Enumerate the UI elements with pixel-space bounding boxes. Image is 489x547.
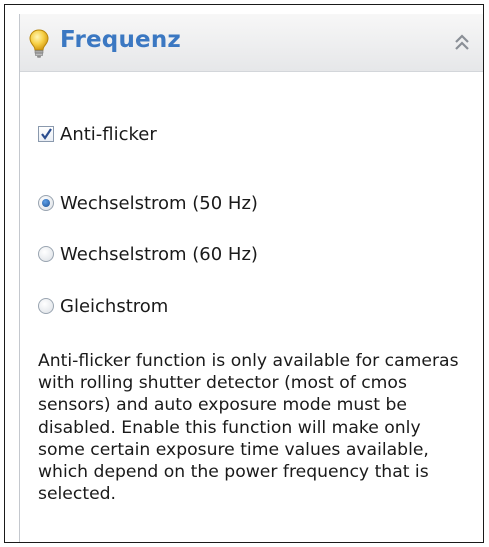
- radio-50hz[interactable]: Wechselstrom (50 Hz): [38, 191, 258, 215]
- checkbox-box[interactable]: [38, 126, 54, 142]
- window-frame: Frequenz Anti-flicker Wechselstrom (50 H…: [4, 4, 484, 543]
- frequency-panel: Frequenz Anti-flicker Wechselstrom (50 H…: [19, 14, 483, 542]
- double-chevron-up-icon[interactable]: [452, 31, 472, 53]
- radio-dc-label: Gleichstrom: [60, 295, 169, 317]
- radio-button-selected[interactable]: [38, 195, 54, 211]
- radio-60hz[interactable]: Wechselstrom (60 Hz): [38, 242, 258, 266]
- radio-60hz-label: Wechselstrom (60 Hz): [60, 243, 258, 265]
- radio-50hz-label: Wechselstrom (50 Hz): [60, 192, 258, 214]
- panel-title: Frequenz: [60, 27, 181, 53]
- anti-flicker-description: Anti-flicker function is only available …: [38, 351, 459, 505]
- anti-flicker-label: Anti-flicker: [60, 123, 157, 145]
- anti-flicker-checkbox[interactable]: Anti-flicker: [38, 122, 157, 146]
- radio-button[interactable]: [38, 246, 54, 262]
- panel-header[interactable]: Frequenz: [20, 14, 483, 72]
- radio-dc[interactable]: Gleichstrom: [38, 294, 168, 318]
- lightbulb-icon: [29, 29, 49, 59]
- radio-button[interactable]: [38, 298, 54, 314]
